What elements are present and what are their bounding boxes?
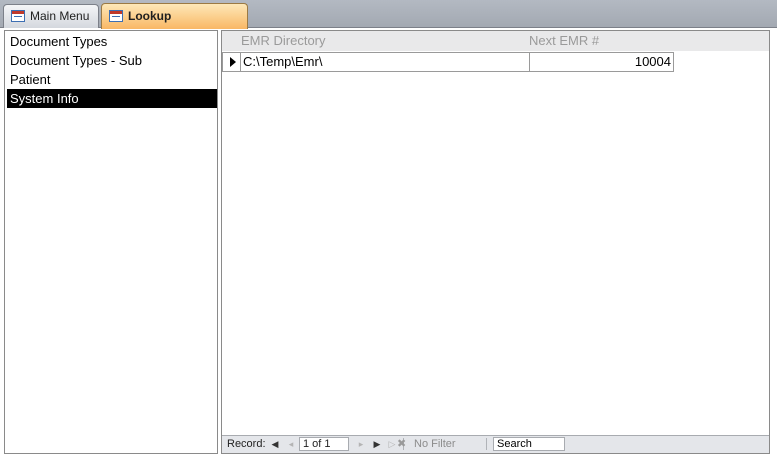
first-record-icon[interactable]: ◀ bbox=[269, 438, 281, 450]
document-tab-strip: Main Menu Lookup Maintenance bbox=[0, 0, 777, 47]
tab-lookup-maintenance[interactable]: Lookup Maintenance bbox=[101, 3, 248, 47]
column-header-emr-directory: EMR Directory bbox=[241, 33, 326, 48]
record-selector[interactable] bbox=[222, 52, 241, 72]
emr-directory-field[interactable]: C:\Temp\Emr\ bbox=[240, 52, 530, 72]
filter-label: No Filter bbox=[414, 438, 456, 450]
previous-record-icon[interactable]: ◂ bbox=[285, 438, 297, 450]
tab-main-menu[interactable]: Main Menu bbox=[3, 4, 99, 28]
form-icon bbox=[109, 10, 123, 22]
no-filter-button[interactable]: ✖ No Filter bbox=[397, 436, 456, 452]
next-record-icon[interactable]: ▸ bbox=[355, 438, 367, 450]
tab-label: Main Menu bbox=[30, 9, 90, 23]
current-record-field[interactable]: 1 of 1 bbox=[299, 437, 349, 451]
list-item-system-info[interactable]: System Info bbox=[7, 89, 217, 108]
lookup-list[interactable]: Document Types Document Types - Sub Pati… bbox=[4, 30, 218, 454]
next-emr-field[interactable]: 10004 bbox=[529, 52, 674, 72]
search-input[interactable]: Search bbox=[493, 437, 565, 451]
list-item-patient[interactable]: Patient bbox=[7, 70, 217, 89]
list-item-document-types[interactable]: Document Types bbox=[7, 32, 217, 51]
list-item-document-types-sub[interactable]: Document Types - Sub bbox=[7, 51, 217, 70]
last-record-icon[interactable]: ▶ bbox=[371, 438, 383, 450]
filter-icon: ✖ bbox=[397, 438, 407, 450]
system-info-subform: EMR Directory Next EMR # C:\Temp\Emr\ 10… bbox=[221, 30, 770, 454]
nav-separator bbox=[486, 438, 487, 450]
current-record-arrow-icon bbox=[230, 57, 236, 67]
column-header-next-emr: Next EMR # bbox=[529, 33, 600, 48]
record-navigation-bar: Record: ◀ ◂ 1 of 1 ▸ ▶ ▷ ✖ No Filter Sea… bbox=[222, 435, 769, 453]
record-label: Record: bbox=[227, 438, 266, 450]
form-icon bbox=[11, 10, 25, 22]
